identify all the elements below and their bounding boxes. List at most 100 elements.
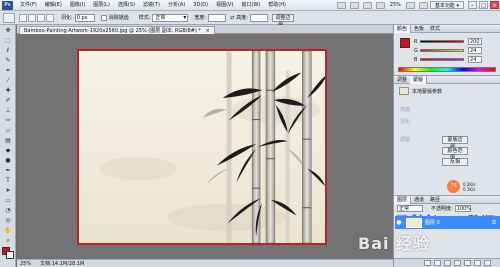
style-select[interactable]: 正常 [152, 13, 189, 22]
menu-layer[interactable]: 图层(L) [89, 0, 114, 11]
color-range-button[interactable]: 颜色范围... [442, 147, 468, 161]
menu-help[interactable]: 帮助(H) [264, 0, 290, 11]
brush-tool-icon[interactable]: ✐ [2, 96, 14, 105]
tab-swatches[interactable]: 色板 [411, 25, 427, 33]
menu-filter[interactable]: 滤镜(T) [139, 0, 164, 11]
close-button[interactable]: × [490, 1, 499, 9]
mask-thumbnail[interactable] [399, 87, 409, 95]
tab-masks[interactable]: 蒙版 [410, 75, 428, 84]
dodge-tool-icon[interactable]: ● [2, 156, 14, 165]
add-mask-icon[interactable] [444, 260, 451, 266]
antialias-checkbox[interactable] [100, 14, 107, 21]
tab-adjustments[interactable]: 调整 [394, 76, 410, 84]
3d-rotate-tool-icon[interactable]: ◔ [2, 206, 14, 215]
new-group-icon[interactable] [464, 260, 471, 266]
blue-channel-row: B 24 [414, 56, 482, 63]
tab-paths[interactable]: 路径 [427, 196, 443, 204]
move-tool-icon[interactable]: ✥ [2, 26, 14, 35]
shape-tool-icon[interactable]: ▭ [2, 196, 14, 205]
tab-color[interactable]: 颜色 [394, 24, 412, 33]
delete-layer-icon[interactable] [484, 260, 491, 266]
menu-select[interactable]: 选择(S) [114, 0, 139, 11]
menu-analysis[interactable]: 分析(A) [164, 0, 189, 11]
height-input[interactable] [249, 13, 268, 22]
adjustment-layer-icon[interactable] [454, 260, 461, 266]
opacity-input[interactable]: 100% [454, 205, 471, 212]
workspace-switcher[interactable]: 基本功能 ▾ [429, 1, 464, 9]
invert-button[interactable]: 反相 [442, 158, 468, 166]
red-slider[interactable] [420, 40, 464, 43]
maximize-button[interactable]: □ [479, 1, 488, 9]
canvas-area[interactable] [17, 34, 393, 259]
status-bar: 25% 文档:14.1M/28.1M [17, 259, 393, 267]
current-color-swatch[interactable] [400, 38, 410, 48]
minibridge-icon[interactable] [349, 1, 359, 9]
tab-channels[interactable]: 通道 [411, 196, 427, 204]
document-tab[interactable]: Bamboo-Painting-Artwork-1920x2560.jpg @ … [19, 26, 215, 34]
tool-preset-picker[interactable] [3, 12, 15, 23]
add-selection-icon[interactable] [28, 13, 36, 22]
mask-edge-button[interactable]: 蒙版边缘... [442, 136, 468, 150]
link-layers-icon[interactable] [424, 260, 431, 266]
subtract-selection-icon[interactable] [37, 13, 45, 22]
3d-orbit-tool-icon[interactable]: ◎ [2, 216, 14, 225]
clone-stamp-tool-icon[interactable]: ⊥ [2, 106, 14, 115]
color-spectrum[interactable] [398, 67, 496, 72]
layer-thumbnail[interactable] [406, 217, 422, 228]
menu-edit[interactable]: 编辑(E) [41, 0, 66, 11]
layer-style-icon[interactable] [434, 260, 441, 266]
menu-window[interactable]: 窗口(W) [237, 0, 264, 11]
zoom-tool-icon[interactable]: ⌕ [2, 236, 14, 245]
eyedropper-tool-icon[interactable]: ⁄ [2, 76, 14, 85]
menu-image[interactable]: 图像(I) [66, 0, 89, 11]
minimize-button[interactable]: – [468, 1, 477, 9]
visibility-eye-icon[interactable]: ● [395, 219, 403, 226]
marquee-tool-icon[interactable]: ⬚ [2, 36, 14, 45]
blend-mode-select[interactable]: 正常 [397, 205, 423, 212]
width-input[interactable] [208, 13, 227, 22]
gradient-tool-icon[interactable]: ▤ [2, 136, 14, 145]
swap-icon[interactable]: ⇄ [230, 15, 234, 21]
menu-3d[interactable]: 3D(D) [189, 0, 212, 11]
layer-name[interactable]: 图层 0 [425, 219, 440, 226]
pen-tool-icon[interactable]: ✒ [2, 166, 14, 175]
crop-tool-icon[interactable]: ⌗ [2, 66, 14, 75]
status-zoom[interactable]: 25% [20, 261, 40, 267]
healing-tool-icon[interactable]: ✚ [2, 86, 14, 95]
refine-edge-button[interactable]: 调整边缘... [271, 13, 294, 28]
tab-layers[interactable]: 图层 [394, 195, 412, 204]
green-value[interactable]: 24 [468, 47, 482, 54]
hand-tool-icon[interactable]: ✋ [2, 226, 14, 235]
background-color-swatch[interactable] [6, 251, 14, 259]
color-swatches[interactable] [2, 247, 15, 260]
document-info[interactable]: 文档:14.1M/28.1M [40, 260, 84, 267]
type-tool-icon[interactable]: T [2, 176, 14, 185]
blur-tool-icon[interactable]: ◆ [2, 146, 14, 155]
tab-styles[interactable]: 样式 [427, 25, 443, 33]
canvas-image[interactable] [77, 49, 327, 245]
eraser-tool-icon[interactable]: ▱ [2, 126, 14, 135]
zoom-level[interactable]: 25% [390, 2, 401, 8]
quick-select-tool-icon[interactable]: ✎ [2, 56, 14, 65]
lasso-tool-icon[interactable]: ℓ [2, 46, 14, 55]
hand-icon[interactable] [362, 1, 372, 9]
bridge-icon[interactable] [336, 1, 346, 9]
red-value[interactable]: 200 [468, 38, 482, 45]
intersect-selection-icon[interactable] [46, 13, 54, 22]
arrange-documents-icon[interactable] [405, 1, 415, 9]
path-select-tool-icon[interactable]: ➤ [2, 186, 14, 195]
feather-input[interactable]: 0 px [74, 13, 95, 22]
network-speed-badge[interactable]: 76 [447, 180, 460, 193]
watermark: Bai 经验 [358, 234, 431, 253]
screen-mode-icon[interactable] [418, 1, 428, 9]
green-slider[interactable] [420, 49, 464, 52]
blue-value[interactable]: 24 [468, 56, 482, 63]
menu-file[interactable]: 文件(F) [16, 0, 41, 11]
new-layer-icon[interactable] [474, 260, 481, 266]
blue-slider[interactable] [420, 58, 464, 61]
zoom-tool-icon[interactable] [375, 1, 385, 9]
history-brush-tool-icon[interactable]: ✑ [2, 116, 14, 125]
new-selection-icon[interactable] [19, 13, 27, 22]
menu-view[interactable]: 视图(V) [212, 0, 237, 11]
layer-row[interactable]: ● 图层 0 ⚿ [395, 216, 500, 229]
